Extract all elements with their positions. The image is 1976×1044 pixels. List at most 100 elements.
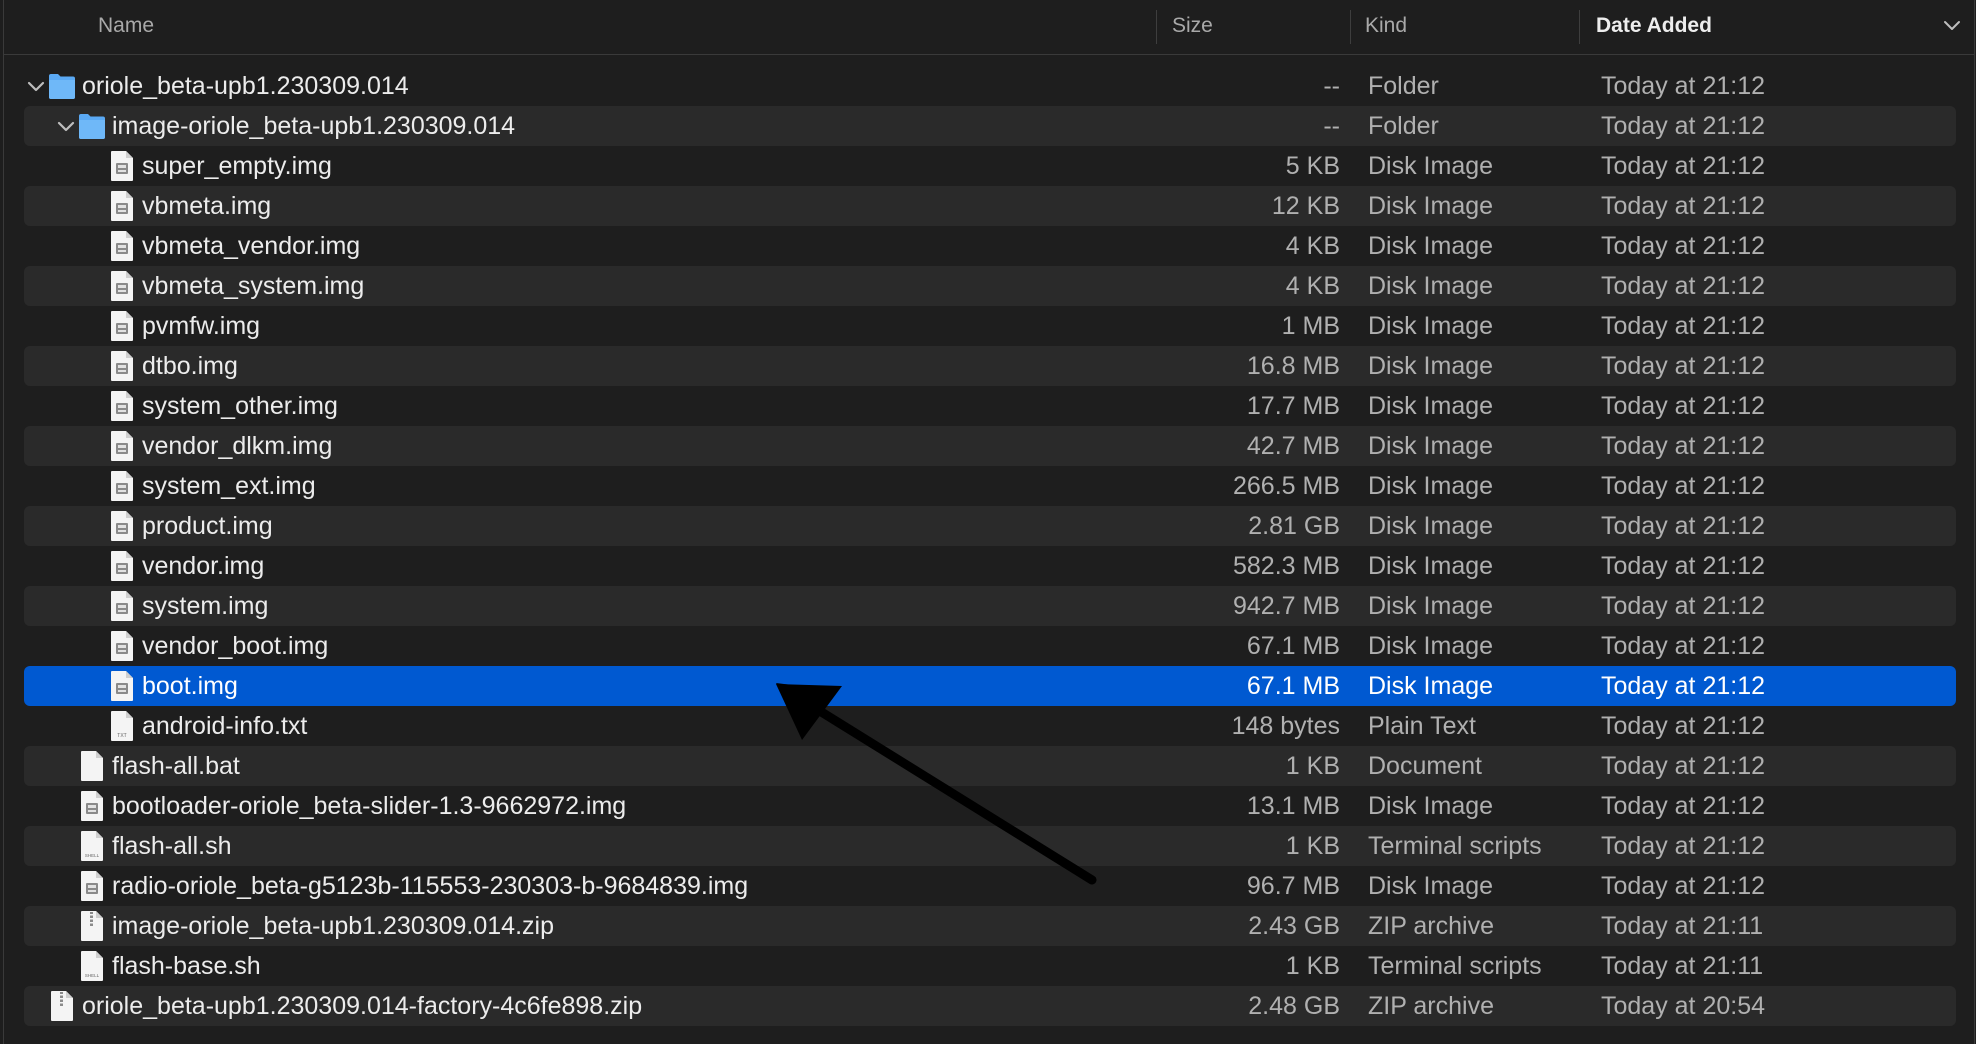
file-date-added: Today at 21:12 [1601, 712, 1766, 740]
file-size: 2.48 GB [1248, 992, 1340, 1020]
file-kind: Disk Image [1368, 672, 1494, 700]
file-date-added: Today at 21:12 [1601, 632, 1766, 660]
file-row[interactable]: dtbo.img 16.8 MB Disk Image Today at 21:12 [24, 346, 1956, 386]
file-kind: Terminal scripts [1368, 952, 1542, 980]
file-date-added: Today at 21:12 [1601, 672, 1766, 700]
file-row[interactable]: SHELL flash-base.sh 1 KB Terminal scripts To… [24, 946, 1956, 986]
file-kind: Terminal scripts [1368, 832, 1542, 860]
file-date-added: Today at 21:12 [1601, 552, 1766, 580]
file-row[interactable]: flash-all.bat 1 KB Document Today at 21:12 [24, 746, 1956, 786]
file-kind: Folder [1368, 72, 1439, 100]
file-row[interactable]: oriole_beta-upb1.230309.014-factory-4c6f… [24, 986, 1956, 1026]
file-row[interactable]: image-oriole_beta-upb1.230309.014 -- Folde… [24, 106, 1956, 146]
file-date-added: Today at 21:12 [1601, 232, 1766, 260]
file-kind: Plain Text [1368, 712, 1476, 740]
file-kind: Disk Image [1368, 392, 1494, 420]
file-size: 96.7 MB [1246, 872, 1340, 900]
finder-list-view: Name Size Kind Date Added oriole_beta-up… [3, 0, 1975, 1044]
file-kind: Disk Image [1368, 472, 1494, 500]
file-row[interactable]: system_other.img 17.7 MB Disk Image Today a… [24, 386, 1956, 426]
file-size: 2.43 GB [1248, 912, 1340, 940]
file-row[interactable]: pvmfw.img 1 MB Disk Image Today at 21:12 [24, 306, 1956, 346]
file-row[interactable]: vbmeta.img 12 KB Disk Image Today at 21:12 [24, 186, 1956, 226]
file-size: 1 KB [1285, 952, 1340, 980]
file-row[interactable]: SHELL flash-all.sh 1 KB Terminal scripts Tod… [24, 826, 1956, 866]
file-date-added: Today at 21:12 [1601, 872, 1766, 900]
file-date-added: Today at 21:12 [1601, 72, 1766, 100]
file-row[interactable]: bootloader-oriole_beta-slider-1.3-966297… [24, 786, 1956, 826]
file-size: 67.1 MB [1246, 632, 1340, 660]
file-size: 17.7 MB [1246, 392, 1340, 420]
file-kind: ZIP archive [1368, 992, 1494, 1020]
file-kind: Disk Image [1368, 352, 1494, 380]
file-size: 148 bytes [1231, 712, 1340, 740]
column-header-bar: Name Size Kind Date Added [4, 0, 1974, 55]
file-kind: Disk Image [1368, 512, 1494, 540]
file-row[interactable]: vendor.img 582.3 MB Disk Image Today at 21:… [24, 546, 1956, 586]
file-kind: Document [1368, 752, 1482, 780]
file-kind: Disk Image [1368, 552, 1494, 580]
file-kind: Disk Image [1368, 432, 1494, 460]
file-row[interactable]: radio-oriole_beta-g5123b-115553-230303-b… [24, 866, 1956, 906]
file-kind: Disk Image [1368, 192, 1494, 220]
file-date-added: Today at 21:12 [1601, 152, 1766, 180]
file-size: 266.5 MB [1232, 472, 1340, 500]
file-size: 582.3 MB [1232, 552, 1340, 580]
file-kind: Folder [1368, 112, 1439, 140]
file-size: 1 KB [1285, 832, 1340, 860]
file-size: 12 KB [1271, 192, 1340, 220]
file-size: 1 MB [1281, 312, 1340, 340]
file-row[interactable]: vendor_dlkm.img 42.7 MB Disk Image Today at… [24, 426, 1956, 466]
file-row[interactable]: image-oriole_beta-upb1.230309.014.zip 2.4… [24, 906, 1956, 946]
file-size: 5 KB [1285, 152, 1340, 180]
file-size: 2.81 GB [1248, 512, 1340, 540]
file-date-added: Today at 21:12 [1601, 512, 1766, 540]
column-header-name[interactable]: Name [98, 0, 154, 54]
file-kind: Disk Image [1368, 872, 1494, 900]
file-date-added: Today at 21:12 [1601, 192, 1766, 220]
file-size: 13.1 MB [1246, 792, 1340, 820]
file-date-added: Today at 20:54 [1601, 992, 1766, 1020]
column-header-size[interactable]: Size [1172, 0, 1213, 54]
file-row[interactable]: product.img 2.81 GB Disk Image Today at 21:… [24, 506, 1956, 546]
file-kind: Disk Image [1368, 792, 1494, 820]
file-kind: ZIP archive [1368, 912, 1494, 940]
file-row[interactable]: system.img 942.7 MB Disk Image Today at 21:… [24, 586, 1956, 626]
file-date-added: Today at 21:11 [1601, 912, 1764, 940]
file-row[interactable]: oriole_beta-upb1.230309.014 -- Folder Today… [24, 66, 1956, 106]
file-size: 42.7 MB [1246, 432, 1340, 460]
file-row[interactable]: super_empty.img 5 KB Disk Image Today at 21… [24, 146, 1956, 186]
column-header-date-added[interactable]: Date Added [1596, 0, 1712, 54]
file-size: -- [1323, 112, 1340, 140]
file-row[interactable]: system_ext.img 266.5 MB Disk Image Today at… [24, 466, 1956, 506]
file-row[interactable]: vendor_boot.img 67.1 MB Disk Image Today at… [24, 626, 1956, 666]
file-date-added: Today at 21:12 [1601, 312, 1766, 340]
file-size: 4 KB [1285, 232, 1340, 260]
column-header-kind[interactable]: Kind [1365, 0, 1407, 54]
file-date-added: Today at 21:12 [1601, 272, 1766, 300]
file-kind: Disk Image [1368, 312, 1494, 340]
file-date-added: Today at 21:11 [1601, 952, 1764, 980]
column-divider[interactable] [1350, 10, 1351, 44]
file-row[interactable]: boot.img 67.1 MB Disk Image Today at 21:12 [24, 666, 1956, 706]
file-kind: Disk Image [1368, 232, 1494, 260]
file-size: 67.1 MB [1246, 672, 1340, 700]
column-divider[interactable] [1156, 10, 1157, 44]
sort-descending-chevron-icon[interactable] [1940, 13, 1964, 37]
file-kind: Disk Image [1368, 592, 1494, 620]
file-date-added: Today at 21:12 [1601, 432, 1766, 460]
file-size: 1 KB [1285, 752, 1340, 780]
column-divider[interactable] [1579, 10, 1580, 44]
file-date-added: Today at 21:12 [1601, 472, 1766, 500]
file-size: 942.7 MB [1232, 592, 1340, 620]
file-date-added: Today at 21:12 [1601, 112, 1766, 140]
file-kind: Disk Image [1368, 272, 1494, 300]
file-size: 16.8 MB [1246, 352, 1340, 380]
file-row[interactable]: TXT android-info.txt 148 bytes Plain Text To… [24, 706, 1956, 746]
file-size: 4 KB [1285, 272, 1340, 300]
file-row[interactable]: vbmeta_vendor.img 4 KB Disk Image Today at … [24, 226, 1956, 266]
file-date-added: Today at 21:12 [1601, 832, 1766, 860]
file-kind: Disk Image [1368, 152, 1494, 180]
file-date-added: Today at 21:12 [1601, 392, 1766, 420]
file-row[interactable]: vbmeta_system.img 4 KB Disk Image Today at … [24, 266, 1956, 306]
